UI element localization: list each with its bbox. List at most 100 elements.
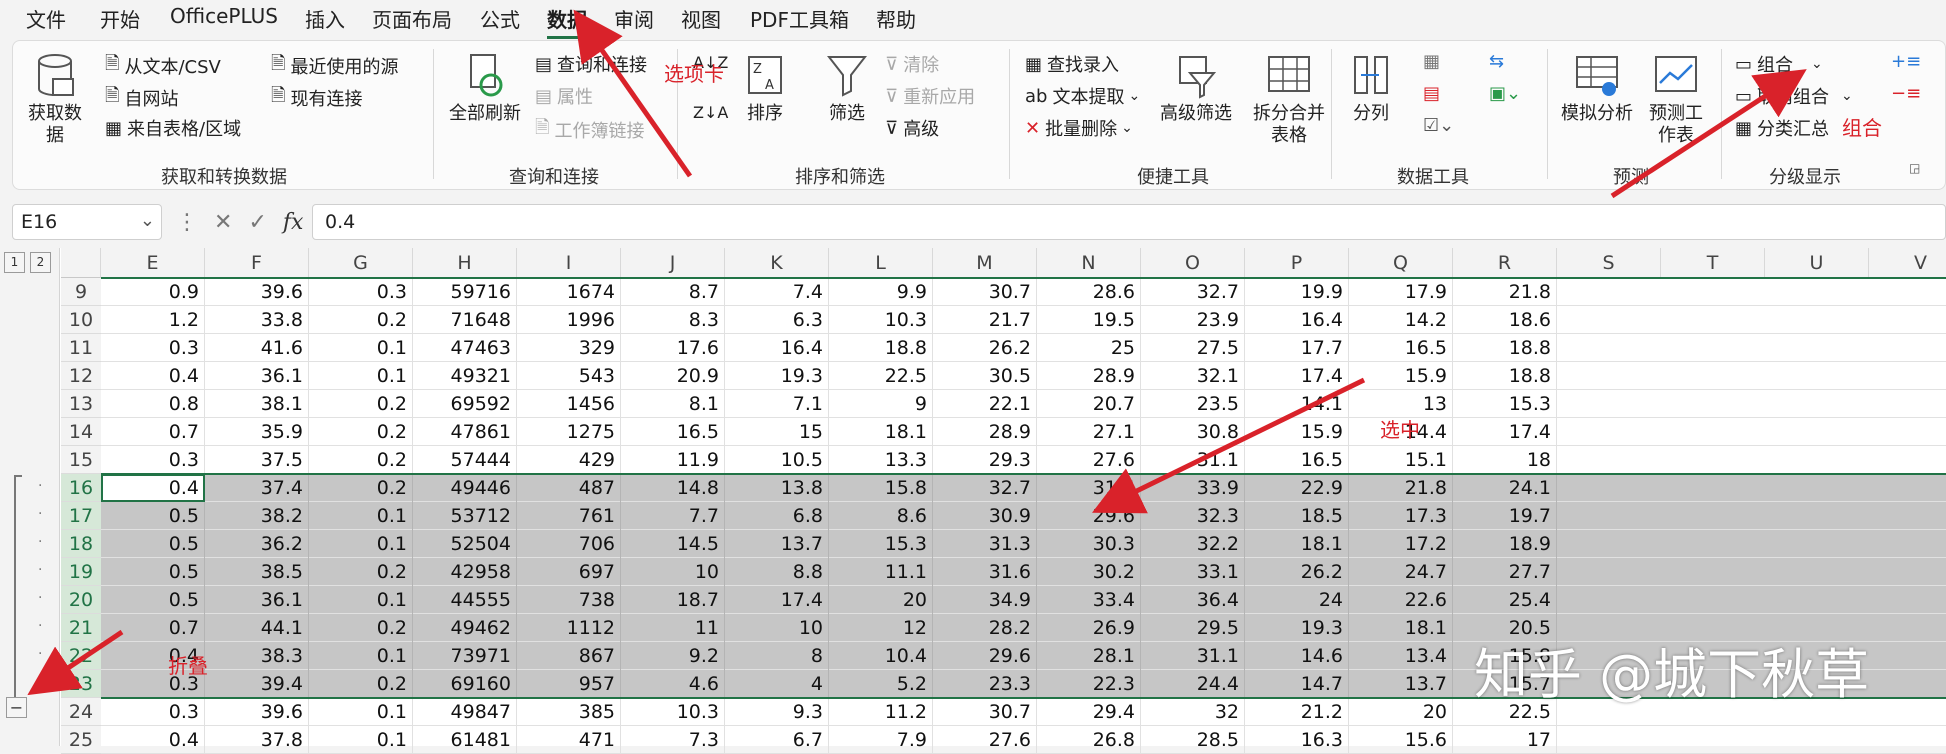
cell[interactable]: 30.3 (1037, 530, 1141, 558)
cell[interactable]: 36.4 (1141, 586, 1245, 614)
cell[interactable]: 13.8 (725, 474, 829, 502)
cell[interactable]: 0.2 (309, 390, 413, 418)
cell[interactable]: 42958 (413, 558, 517, 586)
cell[interactable]: 30.5 (933, 362, 1037, 390)
cell[interactable]: 697 (517, 558, 621, 586)
cell[interactable]: 19.7 (1453, 502, 1557, 530)
cell[interactable]: 34.9 (933, 586, 1037, 614)
cell[interactable]: 4 (725, 670, 829, 698)
cell[interactable]: 0.1 (309, 530, 413, 558)
cell[interactable]: 0.3 (101, 334, 205, 362)
cell[interactable]: 33.4 (1037, 586, 1141, 614)
properties-button[interactable]: ▤ 属性 (535, 83, 593, 109)
cell[interactable]: 17.6 (621, 334, 725, 362)
cell[interactable]: 53712 (413, 502, 517, 530)
cell[interactable]: 33.8 (205, 306, 309, 334)
cell[interactable]: 17.7 (1245, 334, 1349, 362)
cell[interactable]: 9 (829, 390, 933, 418)
cell[interactable]: 52504 (413, 530, 517, 558)
cell[interactable]: 15 (725, 418, 829, 446)
cell[interactable]: 1996 (517, 306, 621, 334)
menu-file[interactable]: 文件 (26, 4, 66, 33)
menu-officeplus[interactable]: OfficePLUS (170, 4, 278, 28)
cell[interactable]: 10 (621, 558, 725, 586)
queries-connections-button[interactable]: ▤ 查询和连接 (535, 51, 647, 77)
more-options-icon[interactable]: ⋮ (176, 210, 198, 235)
cell[interactable]: 1275 (517, 418, 621, 446)
cell[interactable]: 18 (1453, 446, 1557, 474)
column-header-G[interactable]: G (309, 248, 413, 278)
cell[interactable]: 1456 (517, 390, 621, 418)
cell[interactable]: 32.7 (1141, 278, 1245, 306)
cell[interactable]: 15.8 (829, 474, 933, 502)
get-data-button[interactable]: 获取数据 (27, 53, 83, 147)
row-header[interactable]: 13 (61, 390, 101, 418)
cell[interactable]: 27.6 (1037, 446, 1141, 474)
from-text-csv-button[interactable]: 🗎 从文本/CSV (105, 51, 221, 81)
advanced-filter-button[interactable]: ⊽ 高级 (885, 115, 939, 141)
text-to-columns-button[interactable]: 分列 (1343, 53, 1399, 125)
cell[interactable]: 0.2 (309, 306, 413, 334)
cell[interactable]: 0.1 (309, 642, 413, 670)
column-header-J[interactable]: J (621, 248, 725, 278)
cell[interactable]: 37.5 (205, 446, 309, 474)
cell[interactable]: 21.8 (1349, 474, 1453, 502)
row-header[interactable]: 16 (61, 474, 101, 502)
cell[interactable]: 31.6 (933, 558, 1037, 586)
from-table-button[interactable]: ▦ 来自表格/区域 (105, 115, 241, 141)
cell[interactable]: 25 (1037, 334, 1141, 362)
column-header-T[interactable]: T (1661, 248, 1765, 278)
cell[interactable]: 0.7 (101, 614, 205, 642)
formula-input[interactable]: 0.4 (312, 204, 1946, 240)
outline-level-1-button[interactable]: 1 (4, 252, 25, 273)
cell[interactable]: 0.1 (309, 726, 413, 754)
cell[interactable]: 17 (1453, 726, 1557, 754)
cell[interactable]: 487 (517, 474, 621, 502)
cell[interactable]: 36.1 (205, 362, 309, 390)
cell[interactable]: 16.3 (1245, 726, 1349, 754)
cell[interactable]: 61481 (413, 726, 517, 754)
cell[interactable]: 27.6 (933, 726, 1037, 754)
cell[interactable]: 32.3 (1141, 502, 1245, 530)
cell[interactable]: 31.1 (1141, 446, 1245, 474)
menu-pdf-tools[interactable]: PDF工具箱 (750, 4, 849, 33)
row-header[interactable]: 12 (61, 362, 101, 390)
cell[interactable]: 39.4 (205, 670, 309, 698)
cell[interactable]: 543 (517, 362, 621, 390)
cell[interactable]: 6.8 (725, 502, 829, 530)
cell[interactable]: 0.1 (309, 698, 413, 726)
remove-duplicates-button[interactable]: ▤ (1423, 83, 1440, 104)
cell[interactable]: 10 (725, 614, 829, 642)
cell[interactable]: 11.2 (829, 698, 933, 726)
cell[interactable]: 5.2 (829, 670, 933, 698)
cell[interactable]: 44555 (413, 586, 517, 614)
cell[interactable]: 9.9 (829, 278, 933, 306)
cell[interactable]: 19.3 (725, 362, 829, 390)
group-button[interactable]: ▭ 组合 ⌄ (1735, 51, 1823, 77)
from-web-button[interactable]: 🗎 自网站 (105, 83, 178, 113)
cell[interactable]: 0.9 (101, 278, 205, 306)
column-header-M[interactable]: M (933, 248, 1037, 278)
cell[interactable]: 0.5 (101, 530, 205, 558)
cell[interactable]: 11.9 (621, 446, 725, 474)
cell[interactable]: 15.6 (1349, 726, 1453, 754)
cell[interactable]: 13.3 (829, 446, 933, 474)
cell[interactable]: 69160 (413, 670, 517, 698)
cell[interactable]: 26.9 (1037, 614, 1141, 642)
column-header-L[interactable]: L (829, 248, 933, 278)
cell[interactable]: 18.1 (1245, 530, 1349, 558)
recent-sources-button[interactable]: 🗎 最近使用的源 (271, 51, 398, 81)
advanced-filter-tool-button[interactable]: 高级筛选 (1155, 53, 1237, 125)
cell[interactable]: 13.4 (1349, 642, 1453, 670)
cell[interactable]: 39.6 (205, 698, 309, 726)
cell[interactable]: 0.4 (101, 726, 205, 754)
cell[interactable]: 28.9 (1037, 362, 1141, 390)
column-header-U[interactable]: U (1765, 248, 1869, 278)
split-merge-button[interactable]: 拆分合并表格 (1249, 53, 1329, 147)
cell[interactable]: 27.5 (1141, 334, 1245, 362)
cell[interactable]: 17.4 (725, 586, 829, 614)
cell[interactable]: 7.3 (621, 726, 725, 754)
cell[interactable]: 0.2 (309, 446, 413, 474)
cell[interactable]: 31.1 (1141, 642, 1245, 670)
cell[interactable]: 69592 (413, 390, 517, 418)
